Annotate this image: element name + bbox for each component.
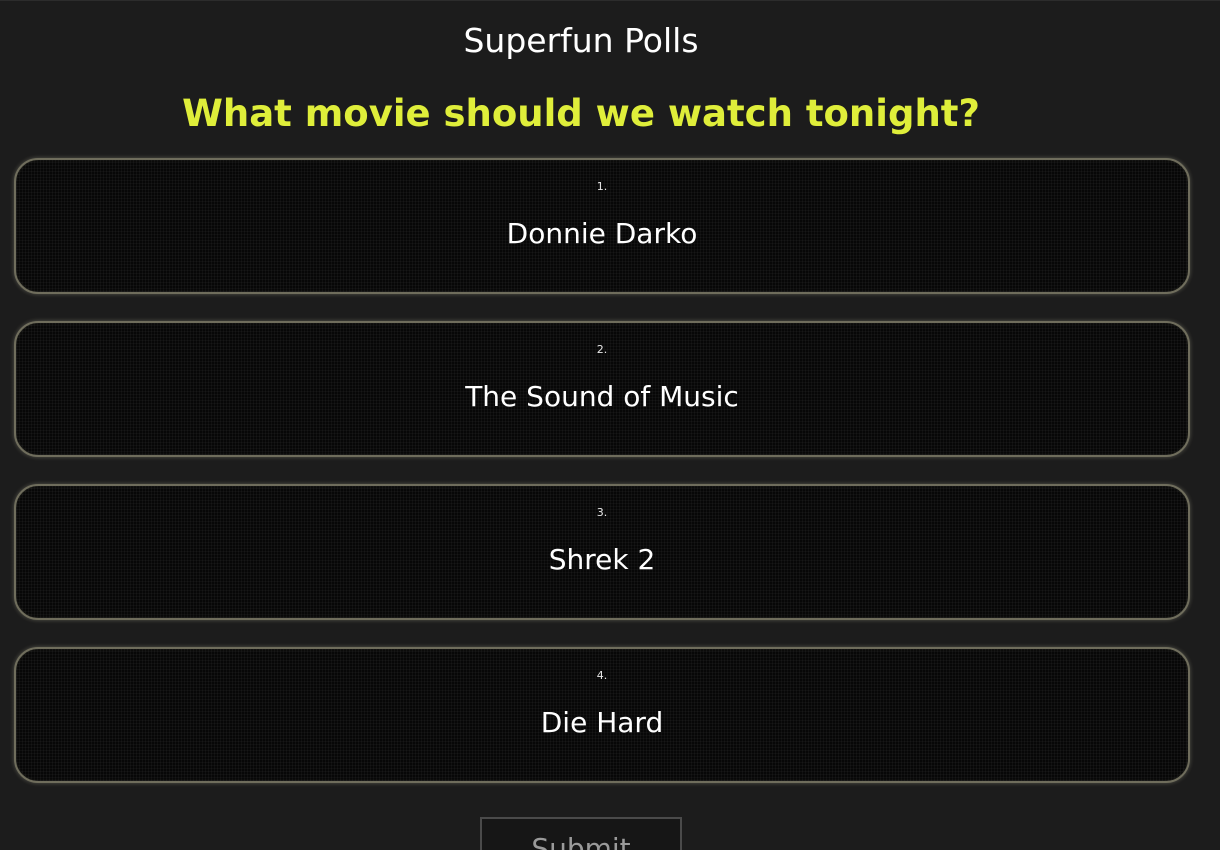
option-number: 3. <box>596 506 608 519</box>
app-title: Superfun Polls <box>463 21 699 60</box>
poll-option-the-sound-of-music[interactable]: 2. The Sound of Music <box>14 321 1190 457</box>
option-label: Die Hard <box>540 706 664 739</box>
poll-option-shrek-2[interactable]: 3. Shrek 2 <box>14 484 1190 620</box>
option-number: 4. <box>596 669 608 682</box>
option-label: Shrek 2 <box>548 543 656 576</box>
option-number: 1. <box>596 180 608 193</box>
submit-button[interactable]: Submit <box>480 817 682 850</box>
poll-question: What movie should we watch tonight? <box>182 92 980 135</box>
poll-option-donnie-darko[interactable]: 1. Donnie Darko <box>14 158 1190 294</box>
option-label: Donnie Darko <box>506 217 698 250</box>
poll-option-die-hard[interactable]: 4. Die Hard <box>14 647 1190 783</box>
option-label: The Sound of Music <box>465 380 739 413</box>
poll-options-list: 1. Donnie Darko 2. The Sound of Music 3.… <box>14 158 1190 810</box>
option-number: 2. <box>596 343 608 356</box>
poll-page: Superfun Polls What movie should we watc… <box>0 0 1220 850</box>
